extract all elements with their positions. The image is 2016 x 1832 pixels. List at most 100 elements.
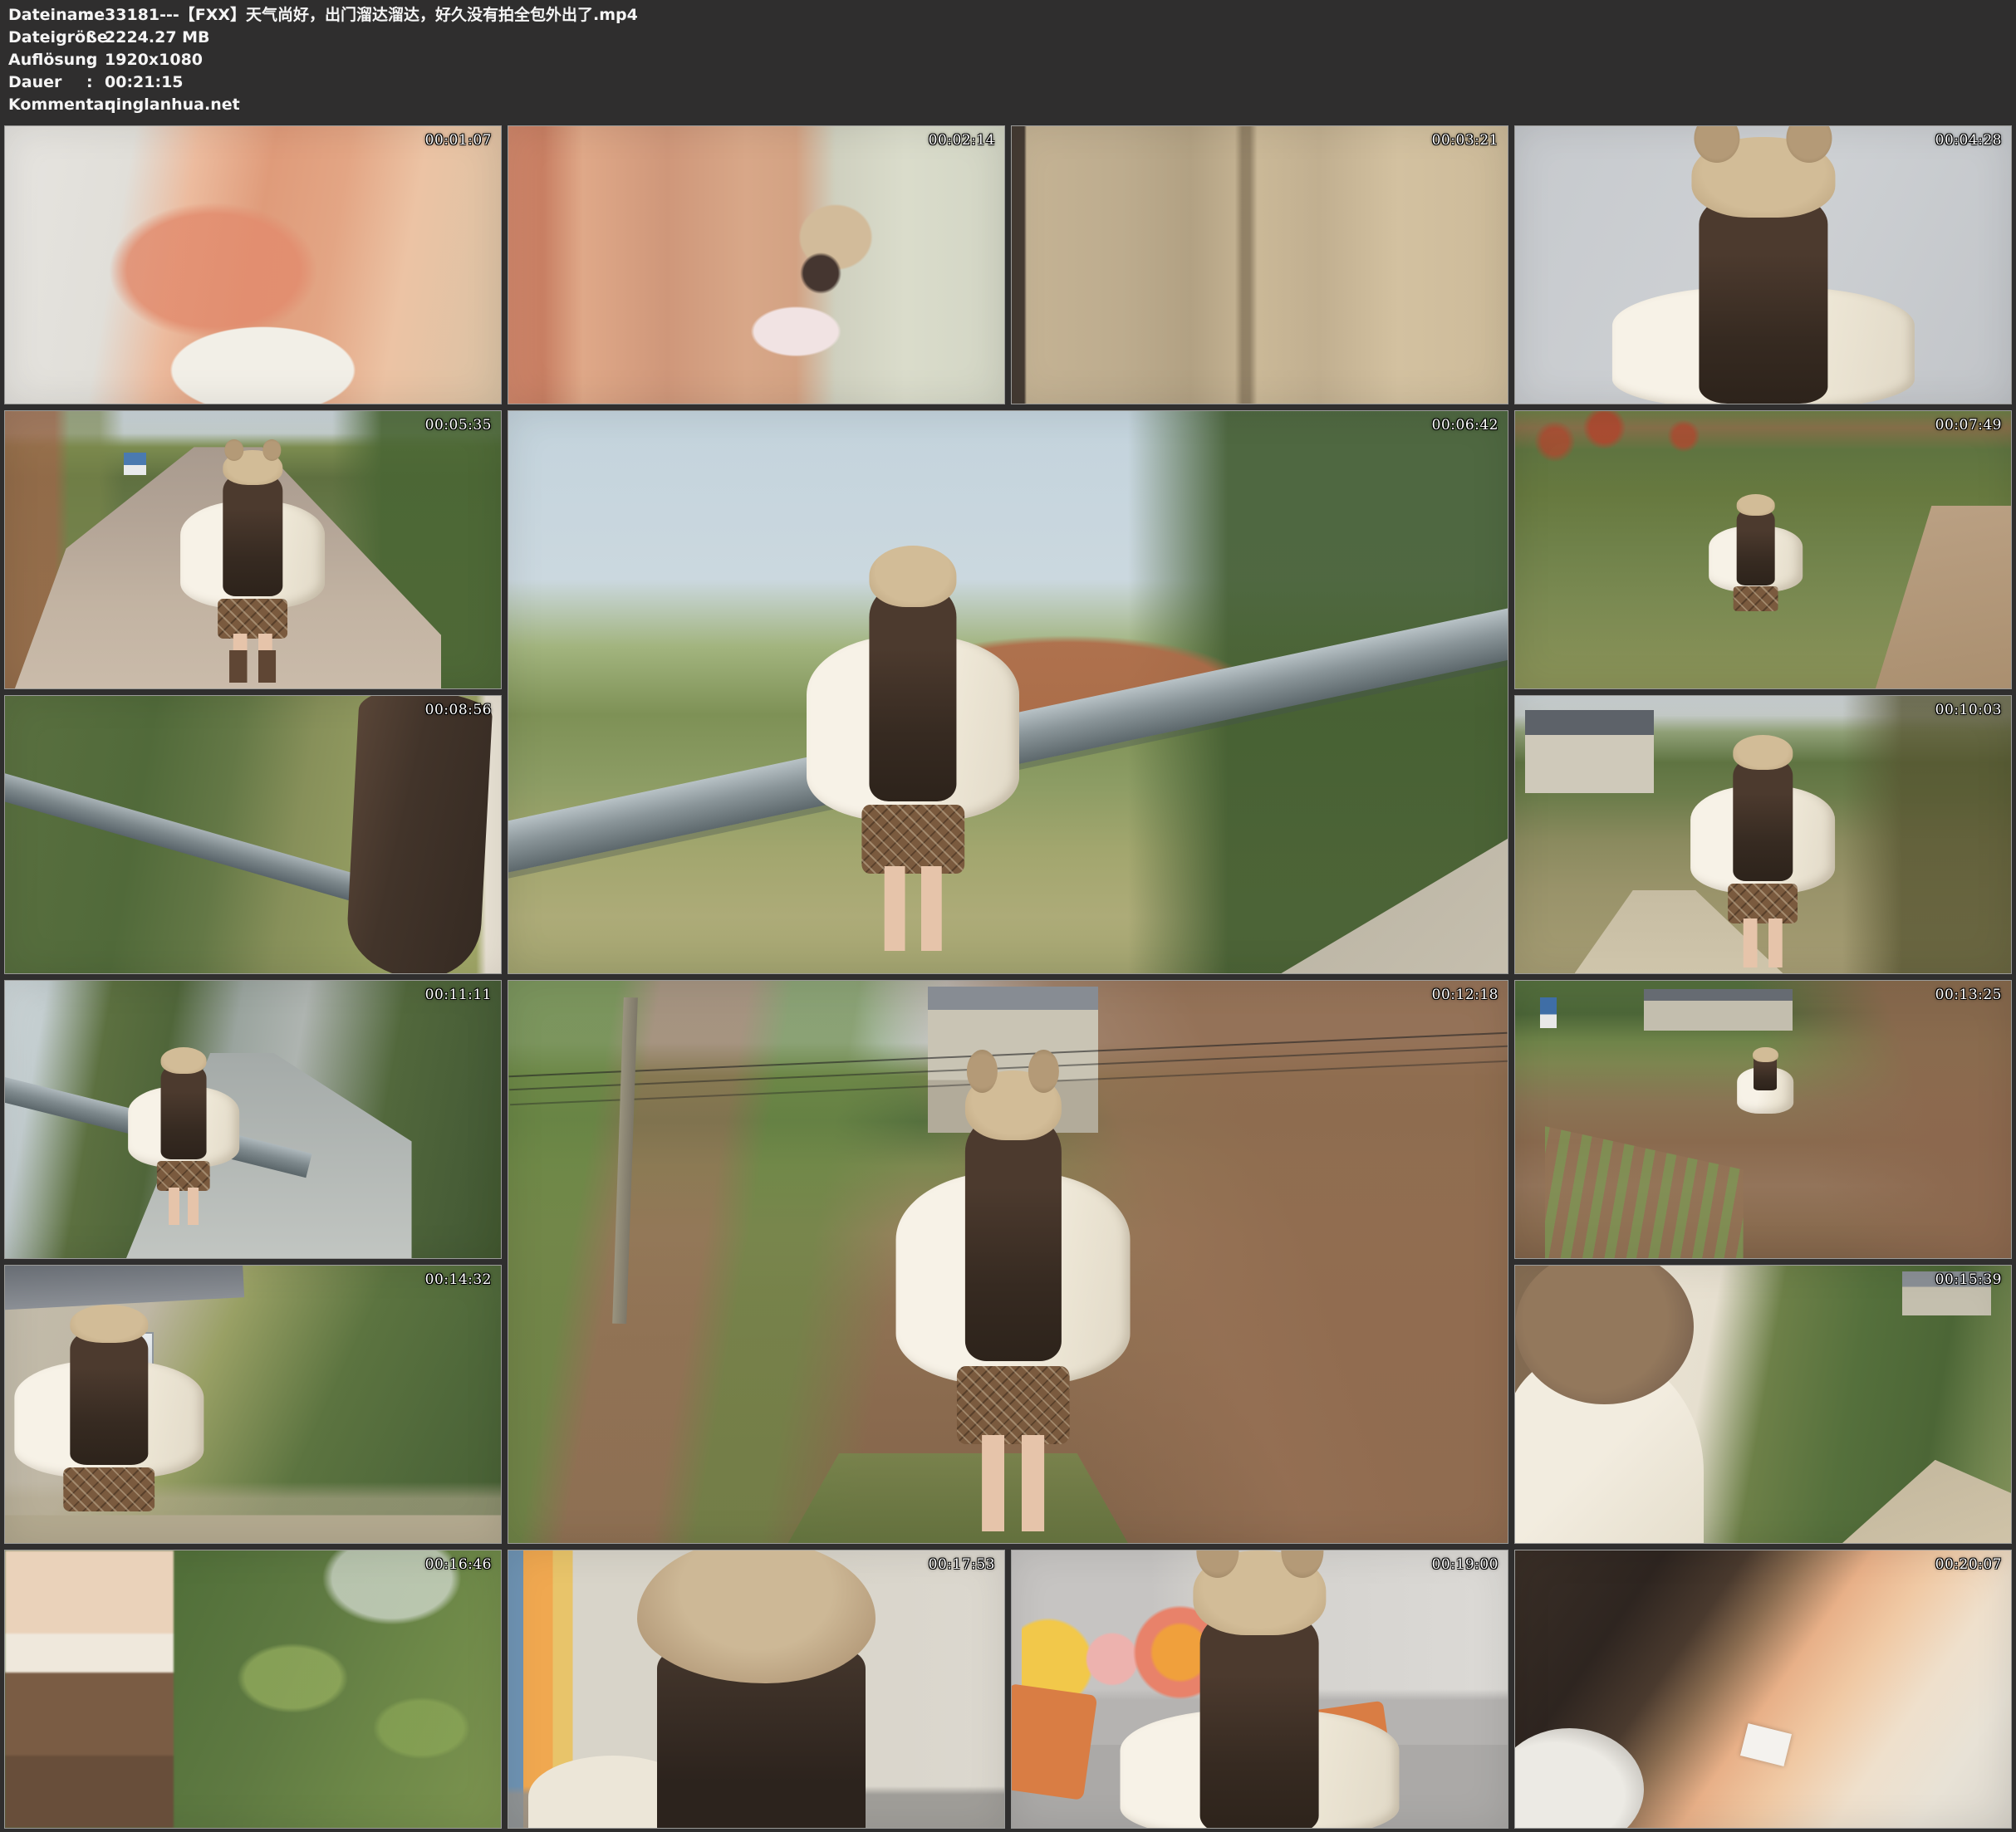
timestamp-badge: 00:16:46 [425, 1556, 492, 1573]
timestamp-badge: 00:19:00 [1432, 1556, 1499, 1573]
filesize-value: 2224.27 MB [105, 27, 2008, 49]
timestamp-badge: 00:03:21 [1432, 132, 1499, 149]
orange-pillow-left [1011, 1683, 1098, 1800]
person-skirt [1729, 884, 1798, 923]
scene-hair-closeup [345, 695, 493, 974]
person-hair [1200, 1607, 1319, 1829]
timestamp-badge: 00:13:25 [1935, 987, 2002, 1003]
timestamp-badge: 00:17:53 [929, 1556, 995, 1573]
bear-hat [160, 1047, 206, 1074]
person-skirt [956, 1366, 1069, 1444]
file-info-row: Dateigröße : 2224.27 MB [8, 27, 2008, 49]
file-info-row: Dauer : 00:21:15 [8, 71, 2008, 94]
bear-hat [964, 1070, 1061, 1139]
figure-person [1714, 494, 1798, 639]
person-hair [1699, 190, 1827, 404]
file-info-row: Kommentar : qinglanhua.net [8, 94, 2008, 116]
bear-hat [1753, 1047, 1778, 1062]
duration-value: 00:21:15 [105, 71, 2008, 94]
timestamp-badge: 00:05:35 [425, 417, 492, 434]
scene-garden-rows [1545, 1097, 1744, 1258]
thumb-5-road-walk: 00:05:35 [4, 410, 502, 689]
timestamp-badge: 00:20:07 [1935, 1556, 2002, 1573]
thumb-16-couch-toys-closeup: 00:17:53 [508, 1550, 1005, 1829]
figure-person [25, 1305, 194, 1544]
figure-person-distant [1744, 1047, 1788, 1130]
person-hair [870, 582, 957, 801]
scene-guardrail [4, 768, 395, 911]
figure-person [1639, 137, 1887, 404]
timestamp-badge: 00:02:14 [929, 132, 995, 149]
bear-hat [71, 1305, 148, 1343]
scene-bus-sign [1540, 997, 1557, 1028]
comment-value: qinglanhua.net [105, 94, 2008, 116]
scene-sign [124, 453, 146, 475]
person-hair [223, 471, 282, 596]
bear-hat [1736, 494, 1775, 516]
person-hair [71, 1327, 148, 1465]
bear-hat [1194, 1550, 1326, 1635]
bear-hat [1734, 735, 1793, 770]
bear-hat [223, 450, 282, 485]
thumb-2-closeup-fabric: 00:02:14 [508, 125, 1005, 404]
person-boots [230, 650, 277, 683]
thumb-6-guardrail-large: 00:06:42 [508, 410, 1508, 974]
timestamp-badge: 00:06:42 [1432, 417, 1499, 434]
thumb-8-hair-guardrail: 00:08:56 [4, 695, 502, 974]
timestamp-badge: 00:11:11 [425, 987, 492, 1003]
timestamp-badge: 00:08:56 [425, 702, 492, 718]
timestamp-badge: 00:01:07 [425, 132, 492, 149]
scene-utility-pole [612, 997, 638, 1324]
person-legs [1744, 918, 1783, 967]
person-hair [160, 1063, 206, 1158]
thumb-10-curving-road: 00:11:11 [4, 980, 502, 1259]
resolution-value: 1920x1080 [105, 49, 2008, 71]
scene-road-corner [1218, 833, 1508, 974]
thumb-9-dirt-road-figure: 00:10:03 [1514, 695, 2012, 974]
scene-figure-closeup [5, 1550, 174, 1828]
bear-hat [870, 546, 957, 606]
file-info-header: Dateiname : 33181---【FXX】天气尚好，出门溜达溜达，好久没… [8, 4, 2008, 116]
person-hair [1734, 756, 1793, 881]
thumb-1-closeup-hands: 00:01:07 [4, 125, 502, 404]
file-info-row: Auflösung : 1920x1080 [8, 49, 2008, 71]
field-separator: : [86, 94, 105, 116]
thumb-12-garden-mound: 00:13:25 [1514, 980, 2012, 1259]
person-legs [169, 1188, 199, 1225]
scene-fur-hat [637, 1550, 876, 1683]
thumb-7-path-back-view: 00:07:49 [1514, 410, 2012, 689]
field-separator: : [86, 71, 105, 94]
thumbnail-grid: 00:01:07 00:02:14 00:03:21 00:04:28 [4, 125, 2012, 1829]
figure-person [1145, 1550, 1374, 1829]
figure-person [134, 1047, 233, 1225]
figure-person [818, 546, 1008, 950]
person-skirt [861, 805, 964, 874]
scene-house [1525, 710, 1654, 793]
thumb-3-closeup-bodysuit: 00:03:21 [1011, 125, 1508, 404]
figure-person [908, 1070, 1118, 1531]
scene-dirt-path [1872, 506, 2012, 689]
person-hair [1736, 507, 1775, 585]
timestamp-badge: 00:10:03 [1935, 702, 2002, 718]
timestamp-badge: 00:12:18 [1432, 987, 1499, 1003]
person-legs [982, 1435, 1045, 1532]
thumb-13-village-lane: 00:14:32 [4, 1265, 502, 1544]
person-skirt [1733, 586, 1778, 611]
scene-houses [1644, 989, 1793, 1031]
thumb-11-field-large: 00:12:18 [508, 980, 1508, 1544]
person-hair [964, 1112, 1061, 1361]
bear-hat [1691, 137, 1835, 217]
field-separator: : [86, 4, 105, 27]
person-legs [885, 866, 942, 951]
thumb-4-portrait-wall: 00:04:28 [1514, 125, 2012, 404]
scene-round-table [1514, 1728, 1644, 1829]
timestamp-badge: 00:07:49 [1935, 417, 2002, 434]
thumb-18-indoor-closeup: 00:20:07 [1514, 1550, 2012, 1829]
field-label-duration: Dauer [8, 71, 86, 94]
field-label-resolution: Auflösung [8, 49, 86, 71]
scene-path [1842, 1460, 2011, 1543]
field-label-filename: Dateiname [8, 4, 86, 27]
file-info-row: Dateiname : 33181---【FXX】天气尚好，出门溜达溜达，好久没… [8, 4, 2008, 27]
timestamp-badge: 00:04:28 [1935, 132, 2002, 149]
person-skirt [218, 599, 288, 639]
